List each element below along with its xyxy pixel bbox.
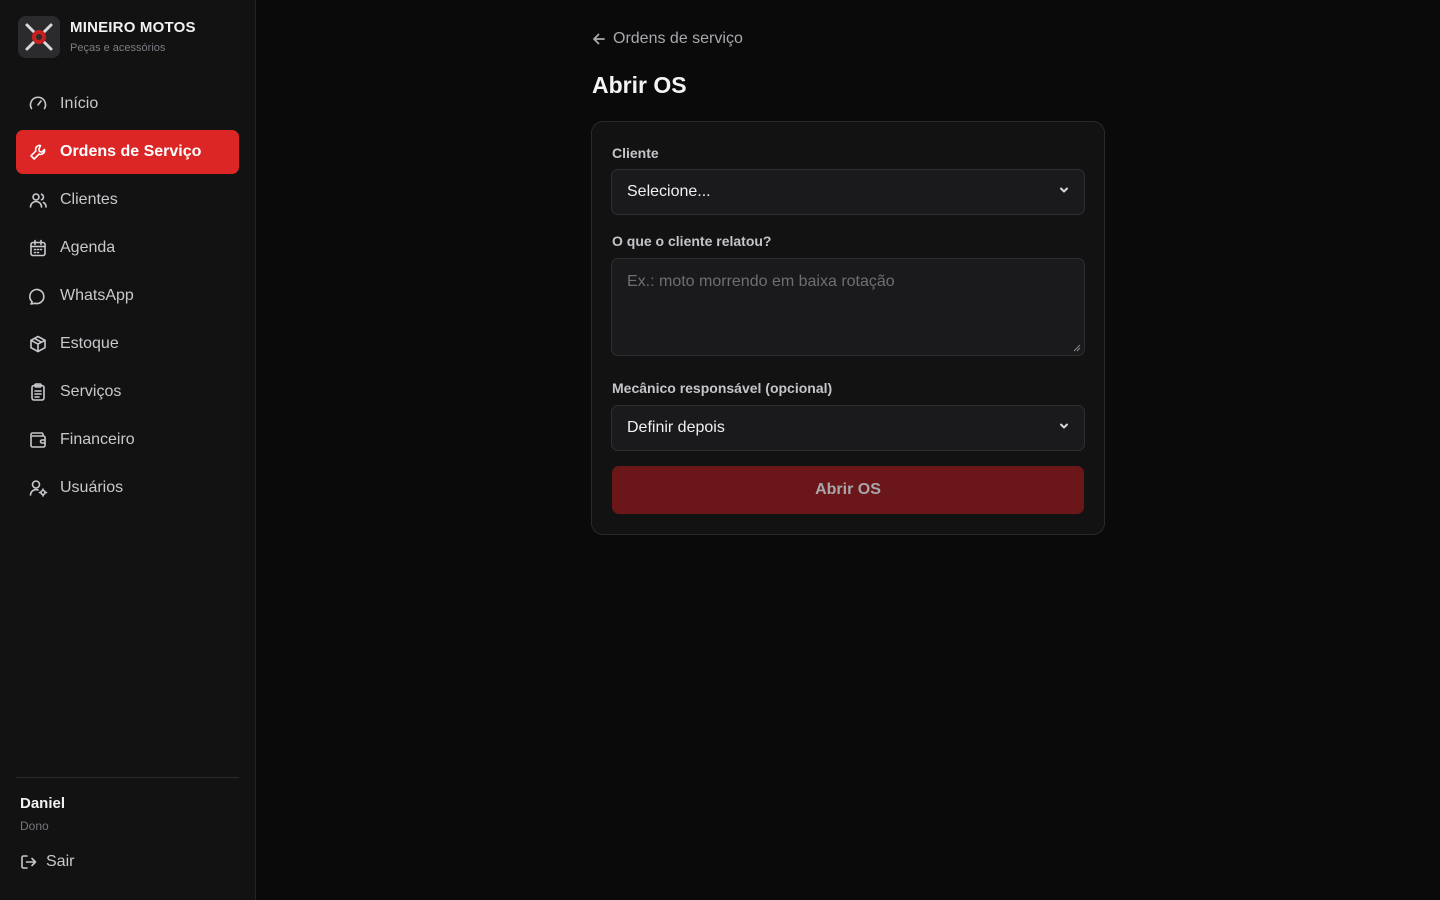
sidebar-item-label: Financeiro [60, 431, 135, 448]
logout-icon [21, 855, 37, 869]
submit-label: Abrir OS [815, 481, 881, 498]
resize-handle-icon[interactable] [1073, 344, 1081, 352]
sidebar-item-label: Serviços [60, 383, 122, 400]
sidebar-item-inicio[interactable]: Início [16, 82, 239, 126]
page-title: Abrir OS [592, 72, 687, 98]
report-textarea[interactable]: Ex.: moto morrendo em baixa rotação [611, 258, 1085, 356]
sidebar-item-whatsapp[interactable]: WhatsApp [16, 274, 239, 318]
chat-bubble-icon [28, 286, 48, 306]
sidebar-item-label: Usuários [60, 479, 124, 496]
brand-subtitle: Peças e acessórios [70, 42, 166, 54]
sidebar-item-estoque[interactable]: Estoque [16, 322, 239, 366]
open-os-submit-button[interactable]: Abrir OS [612, 466, 1084, 514]
sidebar-nav: Início Ordens de Serviço Clientes Agenda… [16, 82, 239, 514]
mechanic-select-value: Definir depois [627, 419, 725, 436]
report-label: O que o cliente relatou? [612, 233, 772, 249]
client-select-value: Selecione... [627, 183, 711, 200]
wallet-icon [28, 430, 48, 450]
user-cog-icon [28, 478, 48, 498]
back-link-label: Ordens de serviço [613, 30, 743, 47]
sidebar-item-label: Agenda [60, 239, 116, 256]
sidebar-item-agenda[interactable]: Agenda [16, 226, 239, 270]
sidebar-item-label: Início [60, 95, 99, 112]
brand-name: MINEIRO MOTOS [70, 19, 196, 36]
sidebar-item-financeiro[interactable]: Financeiro [16, 418, 239, 462]
gauge-icon [28, 94, 48, 114]
user-name: Daniel [20, 795, 66, 812]
sidebar-item-label: Clientes [60, 191, 118, 208]
package-icon [28, 334, 48, 354]
brand[interactable]: MINEIRO MOTOS Peças e acessórios [18, 16, 196, 58]
open-os-form: Cliente Selecione... O que o cliente rel… [591, 121, 1105, 535]
logout-button[interactable]: Sair [20, 853, 74, 871]
chevron-down-icon [1058, 419, 1070, 437]
mechanic-select[interactable]: Definir depois [611, 405, 1085, 451]
sidebar-item-clientes[interactable]: Clientes [16, 178, 239, 222]
brand-logo [18, 16, 60, 58]
sidebar-item-usuarios[interactable]: Usuários [16, 466, 239, 510]
calendar-icon [28, 238, 48, 258]
sidebar-item-label: WhatsApp [60, 287, 134, 304]
client-select[interactable]: Selecione... [611, 169, 1085, 215]
user-role: Dono [20, 819, 49, 833]
back-link[interactable]: Ordens de serviço [592, 30, 743, 48]
mechanic-label: Mecânico responsável (opcional) [612, 380, 833, 396]
sidebar-divider [16, 777, 239, 778]
sidebar-item-servicos[interactable]: Serviços [16, 370, 239, 414]
chevron-down-icon [1058, 183, 1070, 201]
arrow-left-icon [593, 33, 605, 45]
sidebar-item-label: Ordens de Serviço [60, 143, 202, 160]
sidebar-item-ordens-de-servico[interactable]: Ordens de Serviço [16, 130, 239, 174]
sidebar-item-label: Estoque [60, 335, 119, 352]
logout-label: Sair [46, 853, 75, 870]
sidebar: MINEIRO MOTOS Peças e acessórios Início … [0, 0, 256, 900]
wrench-icon [28, 142, 48, 162]
users-icon [28, 190, 48, 210]
client-label: Cliente [612, 145, 659, 161]
clipboard-icon [28, 382, 48, 402]
report-placeholder: Ex.: moto morrendo em baixa rotação [627, 273, 895, 290]
